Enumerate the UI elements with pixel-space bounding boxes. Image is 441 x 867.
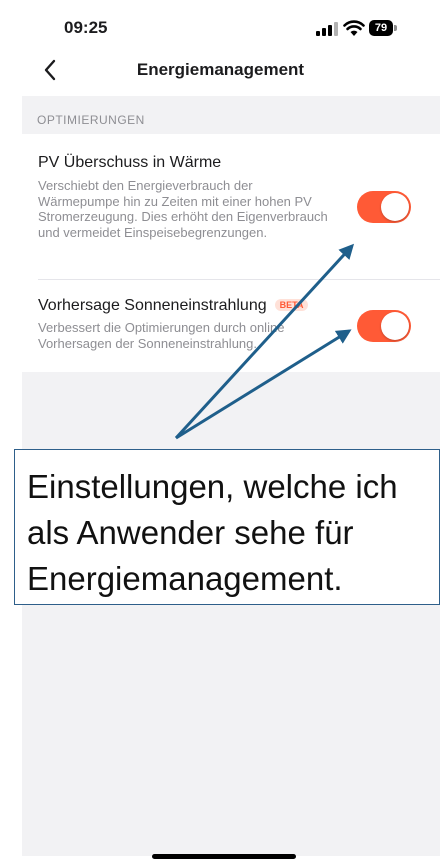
status-time: 09:25 xyxy=(64,18,108,37)
beta-badge: BETA xyxy=(274,299,309,311)
annotation-text: Einstellungen, welche ich als Anwender s… xyxy=(27,468,398,597)
navigation-bar: Energiemanagement xyxy=(0,56,441,94)
pv-surplus-toggle[interactable] xyxy=(357,191,411,223)
cellular-signal-icon xyxy=(316,22,338,36)
annotation-callout: Einstellungen, welche ich als Anwender s… xyxy=(14,449,440,605)
toggle-knob xyxy=(381,193,409,221)
status-icons: 79 xyxy=(316,18,406,38)
toggle-knob xyxy=(381,312,409,340)
setting-title-text: Vorhersage Sonneneinstrahlung xyxy=(38,297,267,314)
solar-forecast-toggle[interactable] xyxy=(357,310,411,342)
wifi-icon xyxy=(343,20,365,36)
setting-row-solar-forecast[interactable]: Vorhersage Sonneneinstrahlung BETA Verbes… xyxy=(22,280,440,372)
setting-description: Verschiebt den Energieverbrauch der Wärm… xyxy=(38,178,328,240)
home-indicator[interactable] xyxy=(152,854,296,859)
settings-card: PV Überschuss in Wärme Verschiebt den En… xyxy=(22,134,440,372)
page-title: Energiemanagement xyxy=(136,60,305,79)
status-bar: 09:25 79 xyxy=(0,0,441,56)
setting-title: Vorhersage Sonneneinstrahlung BETA xyxy=(38,297,309,315)
battery-level: 79 xyxy=(369,20,393,36)
setting-row-pv-surplus[interactable]: PV Überschuss in Wärme Verschiebt den En… xyxy=(22,134,440,278)
setting-description: Verbessert die Optimierungen durch onlin… xyxy=(38,320,285,351)
setting-title: PV Überschuss in Wärme xyxy=(38,154,222,171)
battery-icon: 79 xyxy=(369,20,397,36)
section-header: OPTIMIERUNGEN xyxy=(37,113,145,127)
